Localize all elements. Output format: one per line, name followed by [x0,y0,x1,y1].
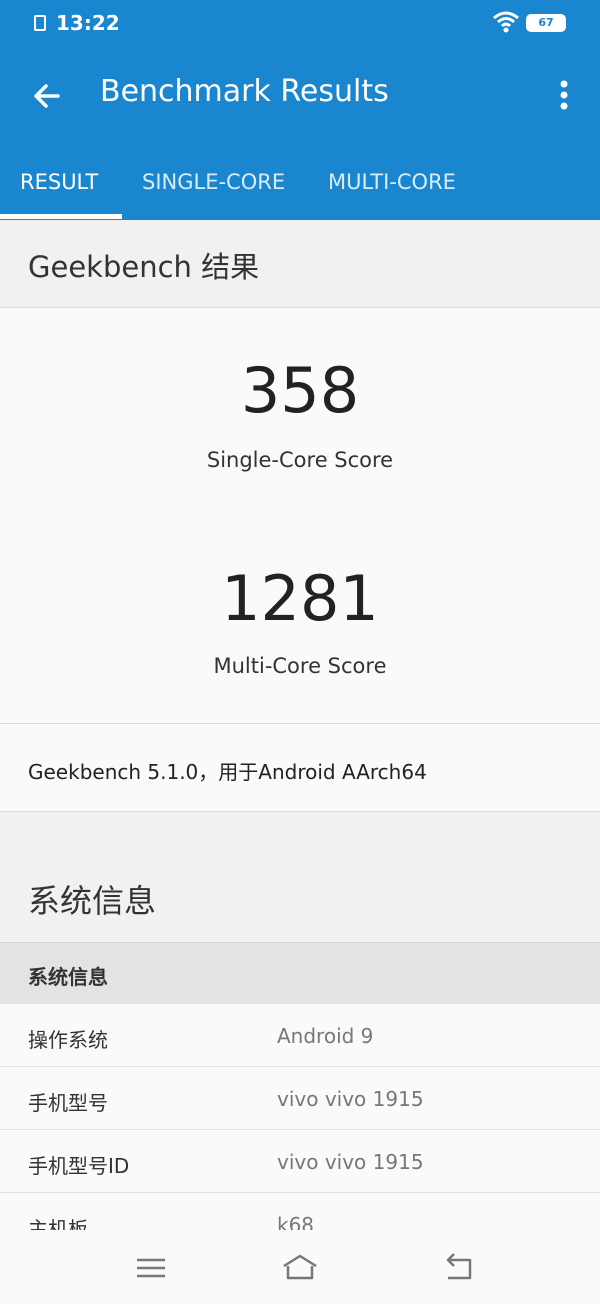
row-key: 操作系统 [28,1028,108,1052]
tab-multi-core[interactable]: MULTI-CORE [328,170,456,194]
single-core-label: Single-Core Score [206,448,394,472]
results-header-title: Geekbench 结果 [28,250,260,284]
results-header: Geekbench 结果 [0,220,600,308]
row-value: vivo vivo 1915 [277,1087,424,1111]
system-info-title: 系统信息 [28,882,157,920]
version-info: Geekbench 5.1.0，用于Android AArch64 [0,724,600,812]
multi-core-label: Multi-Core Score [213,654,387,678]
sim-icon [34,15,46,31]
system-info-table-header: 系统信息 [0,942,600,1004]
table-row: 手机型号 vivo vivo 1915 [0,1067,600,1130]
version-text: Geekbench 5.1.0，用于Android AArch64 [28,760,427,784]
table-row: 手机型号ID vivo vivo 1915 [0,1130,600,1193]
wifi-icon [493,11,519,33]
system-info-section: 系统信息 [0,812,600,942]
scores-card: 358 Single-Core Score 1281 Multi-Core Sc… [0,308,600,724]
page-title: Benchmark Results [100,74,389,109]
row-key: 手机型号 [28,1091,108,1115]
battery-level: 67 [528,16,564,30]
tab-single-core[interactable]: SINGLE-CORE [142,170,285,194]
tab-bar: RESULT SINGLE-CORE MULTI-CORE [0,150,600,220]
row-value: vivo vivo 1915 [277,1150,424,1174]
tab-result[interactable]: RESULT [20,170,98,194]
single-core-score: 358 [240,354,360,427]
menu-icon[interactable] [131,1252,171,1284]
active-tab-indicator [0,214,122,219]
table-row: 操作系统 Android 9 [0,1004,600,1067]
status-bar: 13:22 67 [0,0,600,48]
row-key: 手机型号ID [28,1154,130,1178]
battery-icon: 67 [526,14,566,32]
back-icon[interactable] [438,1252,478,1284]
more-vertical-icon[interactable] [548,72,580,120]
row-value: Android 9 [277,1024,374,1048]
status-time: 13:22 [56,11,120,35]
multi-core-score: 1281 [221,562,379,635]
system-nav-bar [0,1230,600,1304]
home-icon[interactable] [280,1252,320,1284]
table-header-label: 系统信息 [28,965,108,989]
app-bar: 13:22 67 Benchmark Results RESULT SINGLE… [0,0,600,220]
arrow-left-icon[interactable] [24,72,72,120]
